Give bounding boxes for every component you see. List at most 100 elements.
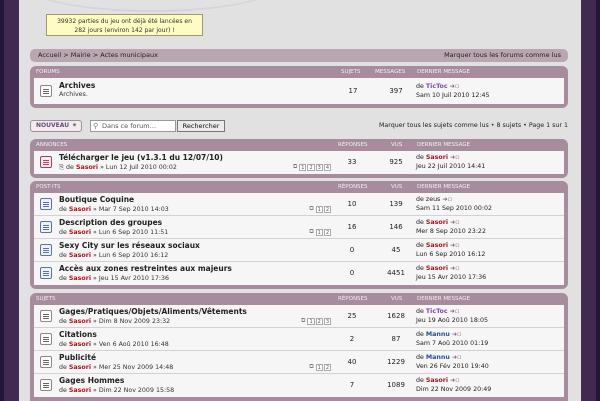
mark-forums-read-link[interactable]: Marquer tous les forums comme lus bbox=[444, 49, 561, 62]
by-prefix: de bbox=[59, 364, 67, 371]
last-poster-link[interactable]: TicToc bbox=[426, 308, 448, 315]
topic-title-link[interactable]: Citations bbox=[59, 330, 97, 339]
page-link[interactable]: 1 bbox=[316, 364, 323, 371]
topic-author-link[interactable]: Sasori bbox=[76, 164, 98, 171]
topic-row[interactable]: Sexy City sur les réseaux sociaux de Saso… bbox=[34, 239, 564, 262]
forum-search-input[interactable]: ⚲Dans ce forum… bbox=[90, 120, 176, 132]
view-latest-post-icon[interactable]: ➜▫ bbox=[450, 265, 460, 272]
topic-pagination: ⧉12 bbox=[308, 206, 331, 213]
page-link[interactable]: 4 bbox=[324, 164, 331, 171]
page-link[interactable]: 1 bbox=[307, 318, 314, 325]
search-icon: ⚲ bbox=[93, 121, 98, 131]
last-post-info: de Mannu ➜▫Sam 7 Aoû 2010 01:19 bbox=[416, 330, 488, 348]
view-latest-post-icon[interactable]: ➜▫ bbox=[452, 354, 462, 361]
col-last: DERNIER MESSAGE bbox=[417, 139, 470, 151]
page-link[interactable]: 2 bbox=[324, 364, 331, 371]
col-name: POST-ITS bbox=[36, 181, 60, 193]
last-poster-link[interactable]: Sasori bbox=[426, 265, 448, 272]
page-link[interactable]: 1 bbox=[299, 164, 306, 171]
topic-author-link[interactable]: Sasori bbox=[69, 318, 91, 325]
page-link[interactable]: 2 bbox=[324, 229, 331, 236]
view-latest-post-icon[interactable]: ➜▫ bbox=[450, 377, 460, 384]
topic-title-link[interactable]: Gages Hommes bbox=[59, 376, 124, 385]
view-latest-post-icon[interactable]: ➜▫ bbox=[450, 83, 460, 90]
topic-title-link[interactable]: Accès aux zones restreintes aux majeurs bbox=[59, 264, 232, 273]
star-icon: ✷ bbox=[72, 121, 77, 131]
page-link[interactable]: 2 bbox=[316, 318, 323, 325]
topic-row[interactable]: Accès aux zones restreintes aux majeurs d… bbox=[34, 262, 564, 285]
last-poster-link[interactable]: Sasori bbox=[426, 154, 448, 161]
topics-pagination-info[interactable]: Marquer tous les sujets comme lus • 8 su… bbox=[379, 122, 568, 129]
by-prefix: de bbox=[59, 275, 67, 282]
last-by-prefix: de bbox=[416, 331, 424, 338]
topic-author-link[interactable]: Sasori bbox=[69, 364, 91, 371]
page-link[interactable]: 2 bbox=[324, 206, 331, 213]
topic-author-link[interactable]: Sasori bbox=[69, 275, 91, 282]
topic-date: » Lun 6 Sep 2010 11:51 bbox=[93, 229, 168, 236]
last-poster-link[interactable]: Mannu bbox=[426, 354, 450, 361]
forum-title[interactable]: Archives bbox=[59, 81, 95, 90]
topic-row[interactable]: Citationsde Sasori » Ven 6 Aoû 2010 16:4… bbox=[34, 328, 564, 351]
last-poster-link[interactable]: zeus bbox=[426, 196, 440, 203]
last-by-prefix: de bbox=[416, 377, 424, 384]
page-link[interactable]: 3 bbox=[324, 318, 331, 325]
page-link[interactable]: 1 bbox=[316, 206, 323, 213]
view-latest-post-icon[interactable]: ➜▫ bbox=[442, 196, 452, 203]
last-poster-link[interactable]: TicToc bbox=[426, 83, 448, 90]
view-latest-post-icon[interactable]: ➜▫ bbox=[450, 308, 460, 315]
replies-count: 0 bbox=[340, 246, 364, 254]
new-topic-button[interactable]: NOUVEAU✷ bbox=[30, 120, 82, 132]
topic-row[interactable]: Publicitéde Sasori » Mer 25 Nov 2009 14:… bbox=[34, 351, 564, 374]
notice-line-2: 282 jours (environ 142 par jour) ! bbox=[47, 26, 202, 35]
topic-row[interactable]: Boutique Coquinede Sasori » Mar 7 Sep 20… bbox=[34, 193, 564, 216]
last-poster-link[interactable]: Sasori bbox=[426, 377, 448, 384]
view-latest-post-icon[interactable]: ➜▫ bbox=[450, 242, 460, 249]
topic-author-link[interactable]: Sasori bbox=[69, 341, 91, 348]
topic-title-link[interactable]: Boutique Coquine bbox=[59, 195, 134, 204]
last-post-date: Dim 22 Nov 2009 20:49 bbox=[416, 386, 491, 393]
forums-block: FORUMS SUJETS MESSAGES DERNIER MESSAGE A… bbox=[30, 66, 568, 108]
multipage-icon: ⧉ bbox=[308, 229, 314, 236]
topic-author-link[interactable]: Sasori bbox=[69, 387, 91, 394]
topic-author-link[interactable]: Sasori bbox=[69, 229, 91, 236]
last-poster-link[interactable]: Mannu bbox=[426, 331, 450, 338]
view-latest-post-icon[interactable]: ➜▫ bbox=[450, 154, 460, 161]
page-link[interactable]: 2 bbox=[307, 164, 314, 171]
view-latest-post-icon[interactable]: ➜▫ bbox=[452, 331, 462, 338]
topic-status-icon bbox=[40, 356, 52, 368]
last-post-date: Lun 6 Sep 2010 16:12 bbox=[416, 251, 485, 258]
topic-date: » Jeu 15 Avr 2010 17:36 bbox=[93, 275, 169, 282]
col-last: DERNIER MESSAGE bbox=[417, 293, 470, 305]
topic-row[interactable]: Télécharger le jeu (v1.3.1 du 12/07/10)⎘… bbox=[34, 151, 564, 174]
replies-count: 40 bbox=[340, 358, 364, 366]
launch-counter-notice: 39932 parties du jeu ont déjà été lancée… bbox=[46, 14, 203, 36]
topic-row[interactable]: Description des groupesde Sasori » Lun 6… bbox=[34, 216, 564, 239]
announcements-list: Télécharger le jeu (v1.3.1 du 12/07/10)⎘… bbox=[34, 151, 564, 174]
topic-row[interactable]: Gages/Pratiques/Objets/Aliments/Vêtement… bbox=[34, 305, 564, 328]
topic-status-icon bbox=[40, 156, 52, 168]
view-latest-post-icon[interactable]: ➜▫ bbox=[450, 219, 460, 226]
topic-title-link[interactable]: Gages/Pratiques/Objets/Aliments/Vêtement… bbox=[59, 307, 247, 316]
by-prefix: de bbox=[59, 387, 67, 394]
last-poster-link[interactable]: Sasori bbox=[426, 219, 448, 226]
last-post-info: de Mannu ➜▫Ven 26 Fév 2010 19:40 bbox=[416, 353, 489, 371]
left-border-stripe bbox=[0, 0, 4, 401]
breadcrumb[interactable]: Accueil > Mairie > Actes municipaux bbox=[38, 51, 158, 59]
topic-row[interactable]: Gages Hommesde Sasori » Dim 22 Nov 2009 … bbox=[34, 374, 564, 397]
topic-author-link[interactable]: Sasori bbox=[69, 206, 91, 213]
page-link[interactable]: 3 bbox=[316, 164, 323, 171]
by-prefix: de bbox=[59, 252, 67, 259]
col-name: SUJETS bbox=[36, 293, 55, 305]
topic-author-link[interactable]: Sasori bbox=[69, 252, 91, 259]
last-by-prefix: de bbox=[416, 354, 424, 361]
last-poster-link[interactable]: Sasori bbox=[426, 242, 448, 249]
last-by-prefix: de bbox=[416, 308, 424, 315]
multipage-icon: ⧉ bbox=[292, 164, 298, 171]
page-link[interactable]: 1 bbox=[316, 229, 323, 236]
topic-title-link[interactable]: Description des groupes bbox=[59, 218, 162, 227]
topic-title-link[interactable]: Publicité bbox=[59, 353, 96, 362]
topic-title-link[interactable]: Télécharger le jeu (v1.3.1 du 12/07/10) bbox=[59, 153, 223, 162]
topic-title-link[interactable]: Sexy City sur les réseaux sociaux bbox=[59, 241, 200, 250]
search-button[interactable]: Rechercher bbox=[177, 120, 225, 132]
forum-row[interactable]: Archives Archives. 17 397 de TicToc ➜▫ S… bbox=[34, 78, 564, 104]
